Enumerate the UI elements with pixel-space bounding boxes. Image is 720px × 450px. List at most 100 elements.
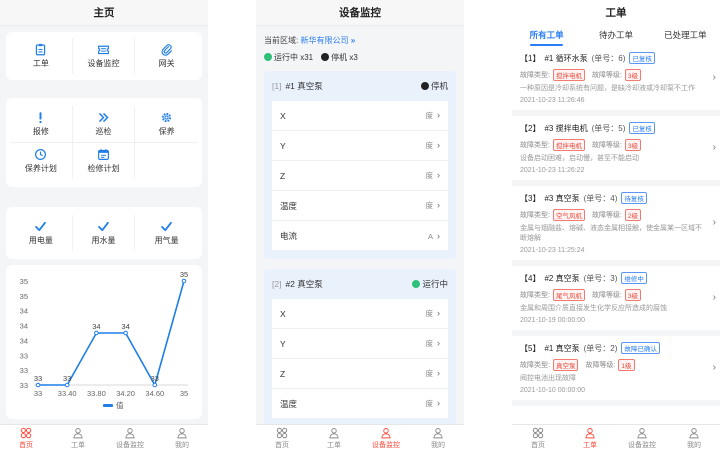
tab-label: 设备监控 xyxy=(372,442,400,449)
tab-workorder[interactable]: 工单 xyxy=(308,425,360,450)
chevron-right-icon: › xyxy=(712,72,716,83)
check-icon xyxy=(98,221,109,232)
grid-item-upkeep[interactable]: 保养 xyxy=(135,106,198,143)
tab-todo-orders[interactable]: 待办工单 xyxy=(581,26,650,46)
status-badge: 已复核 xyxy=(629,122,655,134)
device-card[interactable]: [2] #2 真空泵 运行中 X 度 › Y 度 › Z 度 › 温度度 › xyxy=(264,269,456,424)
region-value[interactable]: 新华有限公司 xyxy=(300,36,348,45)
tab-mine[interactable]: 我的 xyxy=(668,425,720,450)
device-card[interactable]: [1] #1 真空泵 停机 X 度 › Y 度 › Z 度 › 温度度 › 电流 A › xyxy=(264,71,456,259)
grid-item-gas[interactable]: 用气量 xyxy=(135,215,198,251)
param-row[interactable]: Z 度 › xyxy=(272,161,448,191)
grid-item-label: 保养计划 xyxy=(24,164,57,173)
tab-label: 工单 xyxy=(71,442,85,449)
fault-type-badge: 真空泵 xyxy=(552,359,579,371)
workorder-description: 金属与烟融盐、熔碱、液态金属相接触，使金属某一区域不断熔解 xyxy=(520,225,702,242)
grid-item-repair[interactable]: 报修 xyxy=(10,106,73,143)
param-row[interactable]: Z 度 › xyxy=(272,359,448,389)
workorder-description: 设备启动困难，启动慢，甚至不能启动 xyxy=(520,155,639,162)
tab-label: 首页 xyxy=(19,442,33,449)
level-label: 故障等级: xyxy=(585,362,616,369)
grid-card-maintenance: 报修 巡检 保养 保养计划 检修计划 xyxy=(6,98,202,187)
tab-monitor[interactable]: 设备监控 xyxy=(616,425,668,450)
param-row[interactable]: Y 度 › xyxy=(272,131,448,161)
device-index: [2] xyxy=(272,279,282,289)
user-icon xyxy=(329,428,339,439)
workorder-list: 【1】 #1 循环水泵 (单号：6) 已复核 故障类型: 搅拌电机 故障等级: 3级 一种原因是… xyxy=(512,46,720,424)
tab-mine[interactable]: 我的 xyxy=(412,425,464,450)
device-status: 停机 xyxy=(420,80,448,92)
legend-swatch xyxy=(103,404,113,407)
y-tick-label: 35 xyxy=(20,292,28,301)
param-row[interactable]: 温度 度 › xyxy=(272,389,448,419)
grid-item-gateway[interactable]: 网关 xyxy=(135,38,198,74)
grid-item-workorder[interactable]: 工单 xyxy=(10,38,73,74)
param-row[interactable]: 电流 A › xyxy=(272,221,448,251)
grid-item-inspection[interactable]: 巡检 xyxy=(72,106,136,143)
workorder-device: #1 循环水泵 xyxy=(544,53,588,63)
param-row[interactable]: X 度 › xyxy=(272,101,448,131)
status-badge: 故障已确认 xyxy=(621,342,660,354)
grid-item-upkeep-plan[interactable]: 保养计划 xyxy=(10,143,73,179)
tab-label: 设备监控 xyxy=(628,442,656,449)
tab-workorder[interactable]: 工单 xyxy=(52,425,104,450)
fault-level-badge: 2级 xyxy=(624,209,642,221)
data-label: 33 xyxy=(63,374,71,383)
grid-item-label: 设备监控 xyxy=(87,59,120,68)
workorder-meta: 故障类型: 真空泵 故障等级: 1级 xyxy=(520,359,706,371)
level-label: 故障等级: xyxy=(591,212,622,219)
double-chevron-icon[interactable]: » xyxy=(351,36,355,45)
tab-mine[interactable]: 我的 xyxy=(156,425,208,450)
workorder-item[interactable]: 【3】 #3 真空泵 (单号：4) 待复核 故障类型: 空气风机 故障等级: 2级 金属与烟融盐… xyxy=(512,186,720,266)
grid-item-overhaul-plan[interactable]: 检修计划 xyxy=(73,143,136,179)
bottom-tabbar: 首页 工单 设备监控 我的 xyxy=(256,424,464,450)
workorder-description: 阀控电池出现故障 xyxy=(520,375,576,382)
chevron-right-icon: › xyxy=(437,110,440,120)
x-tick-label: 35 xyxy=(180,389,188,398)
grid-item-electricity[interactable]: 用电量 xyxy=(10,215,73,251)
data-point xyxy=(64,382,70,388)
device-status: 运行中 xyxy=(412,278,448,290)
workorder-item[interactable]: 【5】 #1 真空泵 (单号：2) 故障已确认 故障类型: 真空泵 故障等级: 1级 阀控电池出… xyxy=(512,336,720,406)
status-dot xyxy=(412,280,421,288)
region-selector[interactable]: 当前区域: 新华有限公司 » xyxy=(256,26,464,48)
tab-home[interactable]: 首页 xyxy=(0,425,52,450)
gear-icon xyxy=(162,112,172,123)
workorder-head: 【5】 xyxy=(520,343,541,353)
tab-home[interactable]: 首页 xyxy=(256,425,308,450)
workorder-description: 一种原因是冷却系统有问题，是缺冷却液或冷却泵不工作 xyxy=(520,85,695,92)
grid-item-label: 用水量 xyxy=(91,236,116,245)
tab-home[interactable]: 首页 xyxy=(512,425,564,450)
status-badge: 待复核 xyxy=(621,192,647,204)
workorder-item[interactable]: 【4】 #2 真空泵 (单号：3) 维修中 故障类型: 尾气风机 故障等级: 3级 金属和周围介… xyxy=(512,266,720,336)
tab-monitor[interactable]: 设备监控 xyxy=(360,425,412,450)
chevron-right-icon: › xyxy=(437,200,440,210)
param-name: 电流 xyxy=(280,230,298,241)
page-title: 设备监控 xyxy=(256,0,464,26)
param-unit: 度 xyxy=(425,171,434,180)
data-point xyxy=(181,278,187,284)
workorder-item[interactable]: 【2】 #3 搅拌电机 (单号：5) 已复核 故障类型: 搅拌电机 故障等级: 3级 设备启动困… xyxy=(512,116,720,186)
param-row[interactable]: X 度 › xyxy=(272,299,448,329)
x-tick-label: 33 xyxy=(34,389,42,398)
bottom-tabbar: 首页 工单 设备监控 我的 xyxy=(0,424,208,450)
tab-monitor[interactable]: 设备监控 xyxy=(104,425,156,450)
grid-item-monitor[interactable]: 设备监控 xyxy=(73,38,136,74)
param-unit: 度 xyxy=(425,309,434,318)
param-row[interactable]: Y 度 › xyxy=(272,329,448,359)
param-row[interactable]: 温度 度 › xyxy=(272,191,448,221)
tab-done-orders[interactable]: 已处理工单 xyxy=(651,26,720,46)
tab-workorder[interactable]: 工单 xyxy=(564,425,616,450)
param-name: Y xyxy=(280,338,286,349)
clipboard-icon xyxy=(36,43,46,56)
grid-item-label: 保养 xyxy=(158,127,175,136)
grid-item-water[interactable]: 用水量 xyxy=(73,215,136,251)
data-point xyxy=(152,382,158,388)
tab-all-orders[interactable]: 所有工单 xyxy=(512,26,581,46)
legend-label: 值 xyxy=(116,400,124,410)
workorder-device: #3 真空泵 xyxy=(544,193,580,203)
param-name: Z xyxy=(280,368,286,379)
workorder-screen: 工单 所有工单 待办工单 已处理工单 【1】 #1 循环水泵 (单号：6) 已复核 故障… xyxy=(512,0,720,450)
param-unit: 度 xyxy=(425,141,434,150)
workorder-item[interactable]: 【1】 #1 循环水泵 (单号：6) 已复核 故障类型: 搅拌电机 故障等级: 3级 一种原因是… xyxy=(512,46,720,116)
